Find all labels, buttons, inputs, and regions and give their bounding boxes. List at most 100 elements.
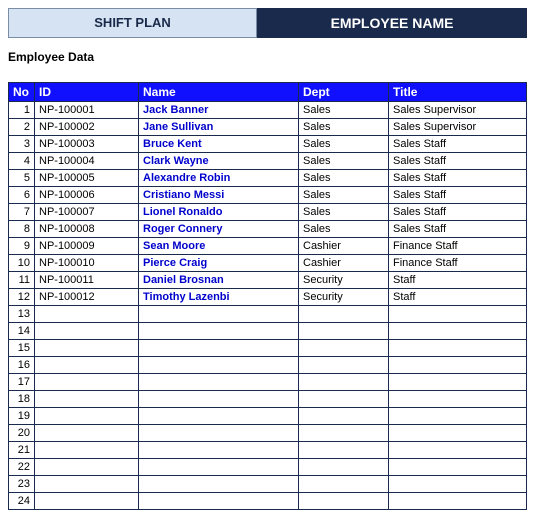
- cell-no[interactable]: 24: [9, 493, 35, 510]
- cell-id[interactable]: [35, 374, 139, 391]
- cell-id[interactable]: [35, 306, 139, 323]
- cell-id[interactable]: NP-100009: [35, 238, 139, 255]
- cell-title[interactable]: Finance Staff: [389, 255, 527, 272]
- cell-name[interactable]: [139, 374, 299, 391]
- header-shift-plan[interactable]: SHIFT PLAN: [8, 8, 257, 38]
- cell-id[interactable]: NP-100010: [35, 255, 139, 272]
- cell-no[interactable]: 23: [9, 476, 35, 493]
- cell-dept[interactable]: Sales: [299, 119, 389, 136]
- cell-id[interactable]: [35, 425, 139, 442]
- cell-name[interactable]: Jack Banner: [139, 102, 299, 119]
- cell-name[interactable]: Bruce Kent: [139, 136, 299, 153]
- cell-title[interactable]: [389, 374, 527, 391]
- cell-name[interactable]: [139, 425, 299, 442]
- cell-dept[interactable]: [299, 306, 389, 323]
- cell-dept[interactable]: Sales: [299, 170, 389, 187]
- cell-title[interactable]: [389, 357, 527, 374]
- cell-id[interactable]: NP-100001: [35, 102, 139, 119]
- cell-id[interactable]: [35, 323, 139, 340]
- table-row[interactable]: 14: [9, 323, 527, 340]
- cell-dept[interactable]: Security: [299, 289, 389, 306]
- cell-name[interactable]: Daniel Brosnan: [139, 272, 299, 289]
- cell-title[interactable]: Sales Supervisor: [389, 119, 527, 136]
- cell-title[interactable]: [389, 493, 527, 510]
- cell-id[interactable]: [35, 476, 139, 493]
- col-header-id[interactable]: ID: [35, 83, 139, 102]
- cell-title[interactable]: Sales Supervisor: [389, 102, 527, 119]
- cell-title[interactable]: [389, 391, 527, 408]
- table-row[interactable]: 9NP-100009Sean MooreCashierFinance Staff: [9, 238, 527, 255]
- table-row[interactable]: 13: [9, 306, 527, 323]
- table-row[interactable]: 17: [9, 374, 527, 391]
- table-row[interactable]: 24: [9, 493, 527, 510]
- cell-dept[interactable]: [299, 357, 389, 374]
- cell-name[interactable]: [139, 442, 299, 459]
- cell-no[interactable]: 9: [9, 238, 35, 255]
- col-header-name[interactable]: Name: [139, 83, 299, 102]
- cell-no[interactable]: 10: [9, 255, 35, 272]
- cell-dept[interactable]: [299, 442, 389, 459]
- cell-title[interactable]: Sales Staff: [389, 153, 527, 170]
- cell-name[interactable]: Roger Connery: [139, 221, 299, 238]
- cell-name[interactable]: [139, 323, 299, 340]
- cell-dept[interactable]: [299, 391, 389, 408]
- table-row[interactable]: 15: [9, 340, 527, 357]
- cell-id[interactable]: NP-100004: [35, 153, 139, 170]
- col-header-no[interactable]: No: [9, 83, 35, 102]
- cell-dept[interactable]: [299, 425, 389, 442]
- cell-name[interactable]: Lionel Ronaldo: [139, 204, 299, 221]
- cell-id[interactable]: NP-100008: [35, 221, 139, 238]
- cell-id[interactable]: [35, 391, 139, 408]
- cell-name[interactable]: Clark Wayne: [139, 153, 299, 170]
- table-row[interactable]: 11NP-100011Daniel BrosnanSecurityStaff: [9, 272, 527, 289]
- table-row[interactable]: 22: [9, 459, 527, 476]
- cell-name[interactable]: [139, 357, 299, 374]
- cell-dept[interactable]: [299, 476, 389, 493]
- cell-id[interactable]: NP-100007: [35, 204, 139, 221]
- table-row[interactable]: 1NP-100001Jack BannerSalesSales Supervis…: [9, 102, 527, 119]
- cell-no[interactable]: 2: [9, 119, 35, 136]
- cell-no[interactable]: 21: [9, 442, 35, 459]
- table-row[interactable]: 18: [9, 391, 527, 408]
- header-employee-name[interactable]: EMPLOYEE NAME: [257, 8, 527, 38]
- cell-name[interactable]: Timothy Lazenbi: [139, 289, 299, 306]
- cell-id[interactable]: [35, 493, 139, 510]
- cell-name[interactable]: Cristiano Messi: [139, 187, 299, 204]
- table-row[interactable]: 2NP-100002Jane SullivanSalesSales Superv…: [9, 119, 527, 136]
- cell-title[interactable]: Sales Staff: [389, 204, 527, 221]
- cell-no[interactable]: 15: [9, 340, 35, 357]
- cell-no[interactable]: 4: [9, 153, 35, 170]
- cell-no[interactable]: 17: [9, 374, 35, 391]
- cell-id[interactable]: [35, 459, 139, 476]
- cell-no[interactable]: 11: [9, 272, 35, 289]
- cell-id[interactable]: [35, 357, 139, 374]
- cell-dept[interactable]: Cashier: [299, 238, 389, 255]
- table-row[interactable]: 7NP-100007Lionel RonaldoSalesSales Staff: [9, 204, 527, 221]
- cell-dept[interactable]: [299, 408, 389, 425]
- cell-name[interactable]: [139, 391, 299, 408]
- cell-id[interactable]: [35, 408, 139, 425]
- cell-title[interactable]: Finance Staff: [389, 238, 527, 255]
- cell-title[interactable]: [389, 425, 527, 442]
- cell-no[interactable]: 16: [9, 357, 35, 374]
- table-row[interactable]: 10NP-100010Pierce CraigCashierFinance St…: [9, 255, 527, 272]
- cell-name[interactable]: [139, 493, 299, 510]
- cell-dept[interactable]: [299, 493, 389, 510]
- cell-id[interactable]: NP-100006: [35, 187, 139, 204]
- cell-no[interactable]: 13: [9, 306, 35, 323]
- cell-name[interactable]: [139, 408, 299, 425]
- cell-title[interactable]: [389, 306, 527, 323]
- cell-title[interactable]: [389, 408, 527, 425]
- cell-no[interactable]: 19: [9, 408, 35, 425]
- cell-name[interactable]: Jane Sullivan: [139, 119, 299, 136]
- cell-id[interactable]: NP-100003: [35, 136, 139, 153]
- cell-title[interactable]: [389, 459, 527, 476]
- cell-dept[interactable]: Sales: [299, 204, 389, 221]
- cell-title[interactable]: Sales Staff: [389, 170, 527, 187]
- cell-name[interactable]: [139, 476, 299, 493]
- cell-title[interactable]: Sales Staff: [389, 187, 527, 204]
- table-row[interactable]: 6NP-100006Cristiano MessiSalesSales Staf…: [9, 187, 527, 204]
- cell-name[interactable]: Pierce Craig: [139, 255, 299, 272]
- table-row[interactable]: 3NP-100003Bruce KentSalesSales Staff: [9, 136, 527, 153]
- cell-dept[interactable]: [299, 340, 389, 357]
